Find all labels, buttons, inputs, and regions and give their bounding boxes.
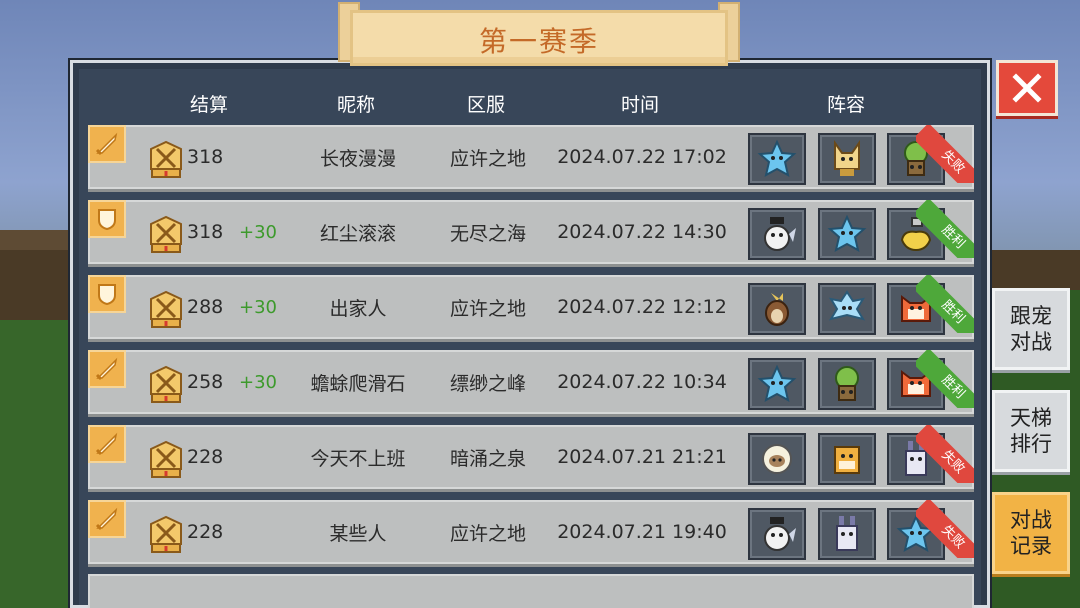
score-value: 318 — [187, 221, 224, 243]
result-label: 失败 — [916, 500, 974, 558]
scenery-block — [0, 230, 70, 252]
scenery-block — [990, 250, 1080, 290]
battle-record-button[interactable]: 对战 记录 — [992, 492, 1070, 574]
result-ribbon: 失败 — [916, 125, 974, 183]
battle-time-text: 2024.07.22 12:12 — [557, 296, 727, 318]
header-settle: 结算 — [189, 94, 229, 116]
owl-pet-icon[interactable] — [748, 508, 806, 560]
result-label: 胜利 — [916, 350, 974, 408]
brown-bird-pet-icon[interactable] — [748, 283, 806, 335]
ladder-ranking-button[interactable]: 天梯 排行 — [992, 390, 1070, 472]
rank-badge-icon — [148, 289, 184, 329]
nickname-text: 红尘滚滚 — [319, 222, 397, 245]
blue-star-pet-icon[interactable] — [818, 208, 876, 260]
sword-icon — [88, 500, 126, 538]
season-banner: 第一赛季 — [338, 2, 740, 68]
rank-badge-icon — [148, 364, 184, 404]
table-row — [88, 574, 974, 608]
table-row[interactable]: 318 长夜漫漫 应许之地 2024.07.22 17:02 失败 — [88, 125, 974, 189]
nickname-text: 今天不上班 — [310, 447, 406, 470]
header-server: 区服 — [466, 94, 506, 116]
nickname-text: 某些人 — [329, 522, 387, 545]
green-tree-pet-icon[interactable] — [818, 358, 876, 410]
server-text: 缥缈之峰 — [449, 372, 527, 395]
rank-badge-icon — [148, 439, 184, 479]
tiger-pet-icon[interactable] — [818, 433, 876, 485]
rank-badge-icon — [148, 214, 184, 254]
score-value: 228 — [187, 446, 224, 468]
score-value: 258 — [187, 371, 224, 393]
rank-badge-icon — [148, 514, 184, 554]
result-ribbon: 失败 — [916, 425, 974, 483]
sword-icon — [88, 125, 126, 163]
result-ribbon: 胜利 — [916, 350, 974, 408]
pet-battle-button[interactable]: 跟宠 对战 — [992, 288, 1070, 370]
blue-star-pet-icon[interactable] — [748, 133, 806, 185]
close-icon — [1012, 73, 1042, 103]
nickname-text: 长夜漫漫 — [319, 147, 397, 170]
table-row[interactable]: 258 +30 蟾蜍爬滑石 缥缈之峰 2024.07.22 10:34 胜利 — [88, 350, 974, 414]
result-ribbon: 胜利 — [916, 200, 974, 258]
table-row[interactable]: 288 +30 出家人 应许之地 2024.07.22 12:12 胜利 — [88, 275, 974, 339]
result-ribbon: 失败 — [916, 500, 974, 558]
sheep-pet-icon[interactable] — [748, 433, 806, 485]
table-row[interactable]: 228 今天不上班 暗涌之泉 2024.07.21 21:21 失败 — [88, 425, 974, 489]
rank-badge-icon — [148, 139, 184, 179]
shield-icon — [88, 275, 126, 313]
result-ribbon: 胜利 — [916, 275, 974, 333]
score-value: 228 — [187, 521, 224, 543]
shield-icon — [88, 200, 126, 238]
sword-icon — [88, 350, 126, 388]
score-value: 288 — [187, 296, 224, 318]
score-delta: +30 — [239, 296, 277, 318]
season-title: 第一赛季 — [478, 25, 599, 58]
server-text: 无尽之海 — [449, 222, 527, 245]
score-delta: +30 — [239, 371, 277, 393]
score-value: 318 — [187, 146, 224, 168]
battle-time-text: 2024.07.22 17:02 — [557, 146, 727, 168]
bunny-pet-icon[interactable] — [818, 508, 876, 560]
result-label: 失败 — [916, 425, 974, 483]
server-text: 暗涌之泉 — [449, 447, 527, 470]
blue-star-pet-icon[interactable] — [748, 358, 806, 410]
scenery-block — [0, 320, 75, 608]
score-delta: +30 — [239, 221, 277, 243]
battle-time-text: 2024.07.22 10:34 — [557, 371, 727, 393]
sword-icon — [88, 425, 126, 463]
nickname-text: 蟾蜍爬滑石 — [310, 372, 406, 395]
ice-bird-pet-icon[interactable] — [818, 283, 876, 335]
server-text: 应许之地 — [449, 297, 527, 320]
result-label: 失败 — [916, 125, 974, 183]
table-row[interactable]: 318 +30 红尘滚滚 无尽之海 2024.07.22 14:30 胜利 — [88, 200, 974, 264]
close-button[interactable] — [996, 60, 1058, 116]
header-time: 时间 — [620, 94, 660, 116]
battle-time-text: 2024.07.21 21:21 — [557, 446, 727, 468]
nickname-text: 出家人 — [329, 297, 387, 320]
server-text: 应许之地 — [449, 522, 527, 545]
result-label: 胜利 — [916, 275, 974, 333]
owl-pet-icon[interactable] — [748, 208, 806, 260]
header-lineup: 阵容 — [826, 94, 866, 116]
table-row[interactable]: 228 某些人 应许之地 2024.07.21 19:40 失败 — [88, 500, 974, 564]
server-text: 应许之地 — [449, 147, 527, 170]
fox-pet-icon[interactable] — [818, 133, 876, 185]
result-label: 胜利 — [916, 200, 974, 258]
battle-time-text: 2024.07.21 19:40 — [557, 521, 727, 543]
header-nickname: 昵称 — [336, 94, 376, 116]
battle-time-text: 2024.07.22 14:30 — [557, 221, 727, 243]
